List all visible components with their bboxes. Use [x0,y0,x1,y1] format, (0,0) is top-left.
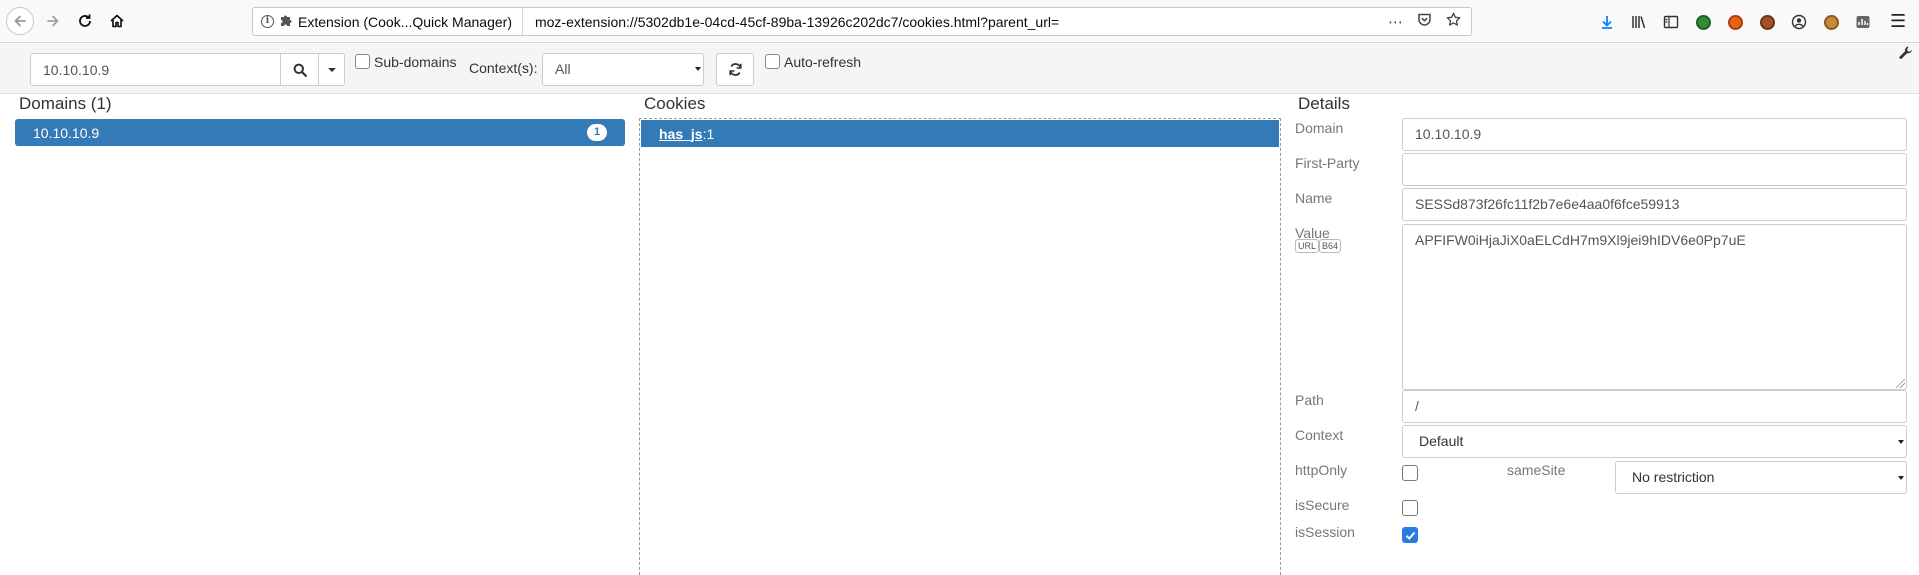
context-select-value: All [555,61,571,77]
home-icon [110,14,124,28]
pocket-icon[interactable] [1417,12,1432,31]
info-icon: i [261,15,274,28]
arrow-right-icon [47,15,59,27]
cookie-name: has_js [659,125,703,142]
value-text: APFIFW0iHjaJiX0aELCdH7m9Xl9jei9hIDV6e0Pp… [1415,232,1746,248]
details-title: Details [1298,94,1350,113]
url-text[interactable]: moz-extension://5302db1e-04cd-45cf-89ba-… [523,14,1388,30]
browser-toolbar: i Extension (Cook...Quick Manager) moz-e… [0,0,1919,43]
search-button[interactable] [281,53,319,86]
caret-down-icon [327,67,336,72]
subdomains-checkbox[interactable] [355,54,370,69]
domain-label: Domain [1295,120,1344,136]
reload-icon [79,14,91,27]
search-options-dropdown[interactable] [319,53,345,86]
caret-down-icon [1898,476,1904,480]
cookie-manager-toolbar: Sub-domains Context(s): All Auto-refresh [0,44,1919,94]
issession-label: isSession [1295,524,1355,540]
httponly-label: httpOnly [1295,462,1348,478]
hamburger-menu-icon[interactable]: ☰ [1890,11,1906,32]
star-icon[interactable] [1446,12,1461,31]
cookie-icon[interactable] [1820,11,1842,33]
samesite-label: sameSite [1507,462,1566,478]
back-button[interactable] [6,7,34,35]
cookie-list-item[interactable]: has_js:1 [641,120,1279,147]
caret-down-icon [695,67,701,71]
refresh-icon [728,63,742,76]
ellipsis-icon[interactable]: ⋯ [1388,13,1403,31]
context-select[interactable]: All [542,53,704,86]
issecure-checkbox[interactable] [1402,500,1418,516]
base64-decode-button[interactable]: B64 [1319,239,1342,253]
forward-button[interactable] [40,8,66,34]
autorefresh-checkbox[interactable] [765,54,780,69]
domain-name: 10.10.10.9 [33,124,100,141]
first-party-field[interactable] [1402,153,1907,186]
home-button[interactable] [104,8,130,34]
subdomains-toggle[interactable]: Sub-domains [355,54,457,70]
extension-orange-icon[interactable] [1724,11,1746,33]
name-label: Name [1295,190,1333,206]
path-field[interactable]: / [1402,390,1907,423]
reload-button[interactable] [72,8,98,34]
domain-list-item[interactable]: 10.10.10.9 1 [15,119,625,146]
samesite-value: No restriction [1632,469,1715,485]
context-detail-select[interactable]: Default [1402,425,1907,458]
puzzle-icon [279,13,293,30]
cookies-list: has_js:1 [639,118,1281,575]
search-icon [293,63,307,77]
account-icon[interactable] [1788,11,1810,33]
samesite-select[interactable]: No restriction [1615,461,1907,494]
chart-icon[interactable] [1852,11,1874,33]
domains-title: Domains (1) [19,94,112,113]
cookie-brown-icon[interactable] [1756,11,1778,33]
cookies-title: Cookies [644,94,706,113]
value-textarea[interactable]: APFIFW0iHjaJiX0aELCdH7m9Xl9jei9hIDV6e0Pp… [1402,224,1907,390]
context-detail-value: Default [1419,433,1464,449]
cookie-value-suffix: :1 [702,125,715,142]
issession-checkbox[interactable] [1402,527,1418,543]
issecure-label: isSecure [1295,497,1350,513]
subdomains-label: Sub-domains [374,54,457,70]
context-detail-label: Context [1295,427,1344,443]
resize-grip-icon[interactable] [1896,379,1905,388]
domain-search-input[interactable] [30,53,281,86]
extension-label: Extension (Cook...Quick Manager) [298,13,512,30]
sidebar-icon[interactable] [1660,11,1682,33]
caret-down-icon [1898,440,1904,444]
refresh-button[interactable] [716,53,754,86]
autorefresh-label: Auto-refresh [784,54,862,70]
first-party-label: First-Party [1295,155,1360,171]
library-icon[interactable] [1628,11,1650,33]
extension-green-icon[interactable] [1692,11,1714,33]
url-decode-button[interactable]: URL [1295,239,1320,253]
domain-count-badge: 1 [587,124,607,141]
context-label: Context(s): [469,60,538,76]
httponly-checkbox[interactable] [1402,465,1418,481]
path-label: Path [1295,392,1324,408]
domain-field[interactable]: 10.10.10.9 [1402,118,1907,151]
arrow-left-icon [14,15,26,27]
autorefresh-toggle[interactable]: Auto-refresh [765,54,861,70]
url-bar[interactable]: i Extension (Cook...Quick Manager) moz-e… [252,7,1472,36]
name-field[interactable]: SESSd873f26fc11f2b7e6e4aa0f6fce59913 [1402,188,1907,221]
domain-search-group [30,53,345,86]
identity-box[interactable]: i Extension (Cook...Quick Manager) [253,8,523,35]
download-icon[interactable] [1596,11,1618,33]
checkmark-icon [1405,531,1415,540]
wrench-icon[interactable] [1898,45,1914,65]
